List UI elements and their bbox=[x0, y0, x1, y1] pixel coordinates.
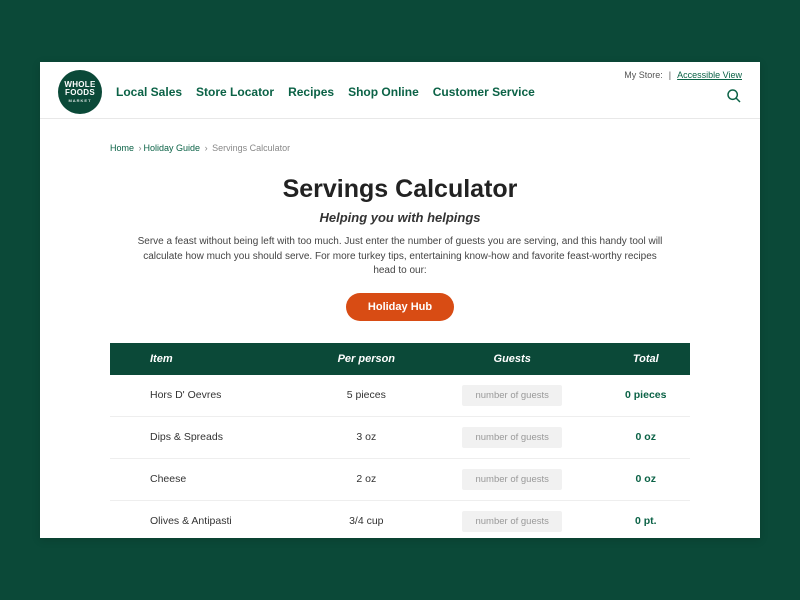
accessible-view-link[interactable]: Accessible View bbox=[677, 70, 742, 80]
cell-item: Hors D' Oevres bbox=[110, 375, 310, 417]
cell-per: 3/4 cup bbox=[310, 500, 423, 538]
breadcrumb-current: Servings Calculator bbox=[212, 143, 290, 153]
table-row: Cheese 2 oz 0 oz bbox=[110, 458, 690, 500]
breadcrumb-home[interactable]: Home bbox=[110, 143, 134, 153]
guests-input[interactable] bbox=[462, 469, 562, 490]
nav-store-locator[interactable]: Store Locator bbox=[196, 85, 274, 99]
logo-line2: FOODS bbox=[65, 89, 95, 97]
search-icon[interactable] bbox=[726, 88, 742, 104]
cell-per: 5 pieces bbox=[310, 375, 423, 417]
cell-per: 3 oz bbox=[310, 416, 423, 458]
main-nav: Local Sales Store Locator Recipes Shop O… bbox=[116, 85, 535, 99]
nav-customer-service[interactable]: Customer Service bbox=[433, 85, 535, 99]
logo-line3: MARKET bbox=[68, 99, 91, 103]
cell-total: 0 pieces bbox=[602, 375, 691, 417]
cell-item: Dips & Spreads bbox=[110, 416, 310, 458]
guests-input[interactable] bbox=[462, 385, 562, 406]
th-total: Total bbox=[602, 343, 691, 375]
breadcrumb-guide[interactable]: Holiday Guide bbox=[144, 143, 201, 153]
page-title: Servings Calculator bbox=[110, 175, 690, 204]
table-row: Dips & Spreads 3 oz 0 oz bbox=[110, 416, 690, 458]
nav-shop-online[interactable]: Shop Online bbox=[348, 85, 419, 99]
cell-total: 0 oz bbox=[602, 458, 691, 500]
servings-table: Item Per person Guests Total Hors D' Oev… bbox=[110, 343, 690, 539]
table-body: Hors D' Oevres 5 pieces 0 pieces Dips & … bbox=[110, 375, 690, 539]
th-guests: Guests bbox=[423, 343, 602, 375]
breadcrumb: Home ›Holiday Guide › Servings Calculato… bbox=[110, 143, 690, 153]
cell-guests bbox=[423, 500, 602, 538]
top-right-bar: My Store: | Accessible View bbox=[624, 70, 742, 80]
cell-item: Olives & Antipasti bbox=[110, 500, 310, 538]
cell-guests bbox=[423, 458, 602, 500]
intro-text: Serve a feast without being left with to… bbox=[135, 235, 665, 279]
th-per: Per person bbox=[310, 343, 423, 375]
page-card: WHOLE FOODS MARKET Local Sales Store Loc… bbox=[40, 62, 760, 538]
table-row: Hors D' Oevres 5 pieces 0 pieces bbox=[110, 375, 690, 417]
table-row: Olives & Antipasti 3/4 cup 0 pt. bbox=[110, 500, 690, 538]
cell-guests bbox=[423, 375, 602, 417]
breadcrumb-sep: › bbox=[139, 143, 142, 153]
header: WHOLE FOODS MARKET Local Sales Store Loc… bbox=[40, 62, 760, 119]
guests-input[interactable] bbox=[462, 511, 562, 532]
cell-total: 0 oz bbox=[602, 416, 691, 458]
guests-input[interactable] bbox=[462, 427, 562, 448]
cell-total: 0 pt. bbox=[602, 500, 691, 538]
content: Home ›Holiday Guide › Servings Calculato… bbox=[40, 119, 760, 538]
logo[interactable]: WHOLE FOODS MARKET bbox=[58, 70, 102, 114]
cell-per: 2 oz bbox=[310, 458, 423, 500]
page-subtitle: Helping you with helpings bbox=[110, 210, 690, 225]
cell-guests bbox=[423, 416, 602, 458]
top-sep: | bbox=[669, 70, 671, 80]
th-item: Item bbox=[110, 343, 310, 375]
my-store-label: My Store: bbox=[624, 70, 663, 80]
cell-item: Cheese bbox=[110, 458, 310, 500]
nav-local-sales[interactable]: Local Sales bbox=[116, 85, 182, 99]
breadcrumb-sep: › bbox=[205, 143, 208, 153]
nav-recipes[interactable]: Recipes bbox=[288, 85, 334, 99]
holiday-hub-button[interactable]: Holiday Hub bbox=[346, 293, 454, 321]
